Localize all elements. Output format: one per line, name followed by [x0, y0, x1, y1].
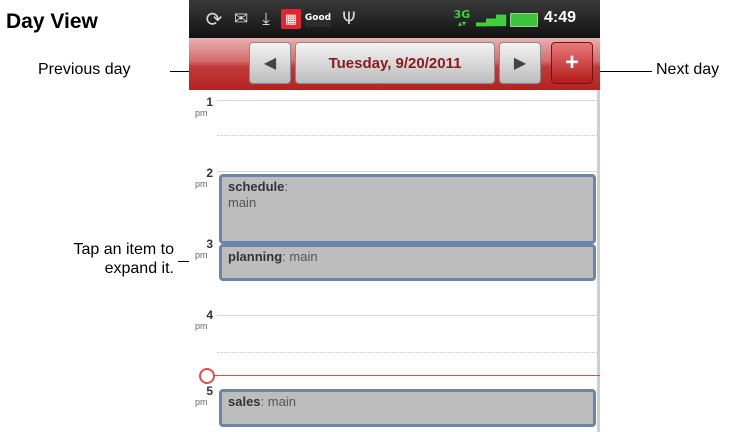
plus-icon: + — [564, 49, 579, 76]
usb-icon: Ψ — [342, 9, 356, 29]
phone-screen: ⟳ ✉ ⤓ ▦ Good Ψ 3G ▴▾ ▂▄▆ 4:49 ◀ Tuesday,… — [189, 0, 600, 432]
hour-label: 4 — [206, 308, 213, 322]
status-time: 4:49 — [544, 9, 577, 26]
callout-previous-day: Previous day — [38, 61, 131, 78]
next-arrow-icon: ▶ — [513, 55, 527, 72]
hour-suffix: pm — [195, 250, 208, 260]
event-schedule[interactable]: schedule: main — [219, 174, 596, 244]
event-title: planning — [228, 249, 283, 264]
callout-tap-item-line2: expand it. — [104, 260, 174, 277]
event-separator: : — [260, 394, 268, 409]
event-separator: : — [284, 179, 288, 194]
current-time-line — [201, 375, 600, 376]
hour-suffix: pm — [195, 321, 208, 331]
add-event-button[interactable]: + — [551, 42, 593, 84]
previous-arrow-icon: ◀ — [263, 55, 277, 72]
day-grid[interactable]: 1 pm 2 pm 3 pm 4 pm 5 pm schedule: main … — [189, 90, 600, 432]
event-location: main — [267, 394, 296, 409]
download-icon: ⤓ — [262, 9, 270, 29]
network-arrows: ▴▾ — [457, 19, 467, 28]
doc-title: Day View — [6, 10, 98, 33]
event-location: main — [289, 249, 318, 264]
signal-icon: ▂▄▆ — [476, 11, 506, 27]
mail-icon: ✉ — [233, 9, 249, 29]
sync-icon: ⟳ — [205, 7, 223, 31]
half-hour-line — [217, 135, 597, 136]
network-label: 3G — [453, 8, 471, 21]
callout-tap-item-line1: Tap an item to — [73, 241, 175, 258]
date-label: Tuesday, 9/20/2011 — [328, 54, 462, 72]
hour-suffix: pm — [195, 108, 208, 118]
network-3g-icon: 3G ▴▾ — [451, 9, 473, 29]
hour-label: 2 — [206, 166, 213, 180]
half-hour-line — [217, 352, 597, 353]
event-title: sales — [228, 394, 261, 409]
calendar-icon: ▦ — [281, 9, 301, 29]
good-icon: Good — [305, 9, 331, 27]
hour-label: 3 — [206, 237, 213, 251]
event-location: main — [228, 195, 257, 210]
status-bar: ⟳ ✉ ⤓ ▦ Good Ψ 3G ▴▾ ▂▄▆ 4:49 — [189, 0, 600, 38]
event-planning[interactable]: planning: main — [219, 244, 596, 281]
hour-label: 5 — [206, 384, 213, 398]
battery-icon — [510, 13, 538, 27]
hour-suffix: pm — [195, 179, 208, 189]
hour-suffix: pm — [195, 397, 208, 407]
event-sales[interactable]: sales: main — [219, 389, 596, 427]
callout-next-day: Next day — [656, 61, 720, 78]
hour-line — [217, 315, 597, 316]
previous-day-button[interactable]: ◀ — [249, 42, 291, 84]
callout-tap-item: Tap an item to expand it. — [36, 240, 175, 278]
event-title: schedule — [228, 179, 285, 194]
current-time-marker — [199, 368, 215, 384]
hour-line — [217, 100, 597, 101]
hour-label: 1 — [206, 95, 213, 109]
hour-line — [217, 171, 597, 172]
date-button[interactable]: Tuesday, 9/20/2011 — [295, 42, 495, 84]
next-day-button[interactable]: ▶ — [499, 42, 541, 84]
